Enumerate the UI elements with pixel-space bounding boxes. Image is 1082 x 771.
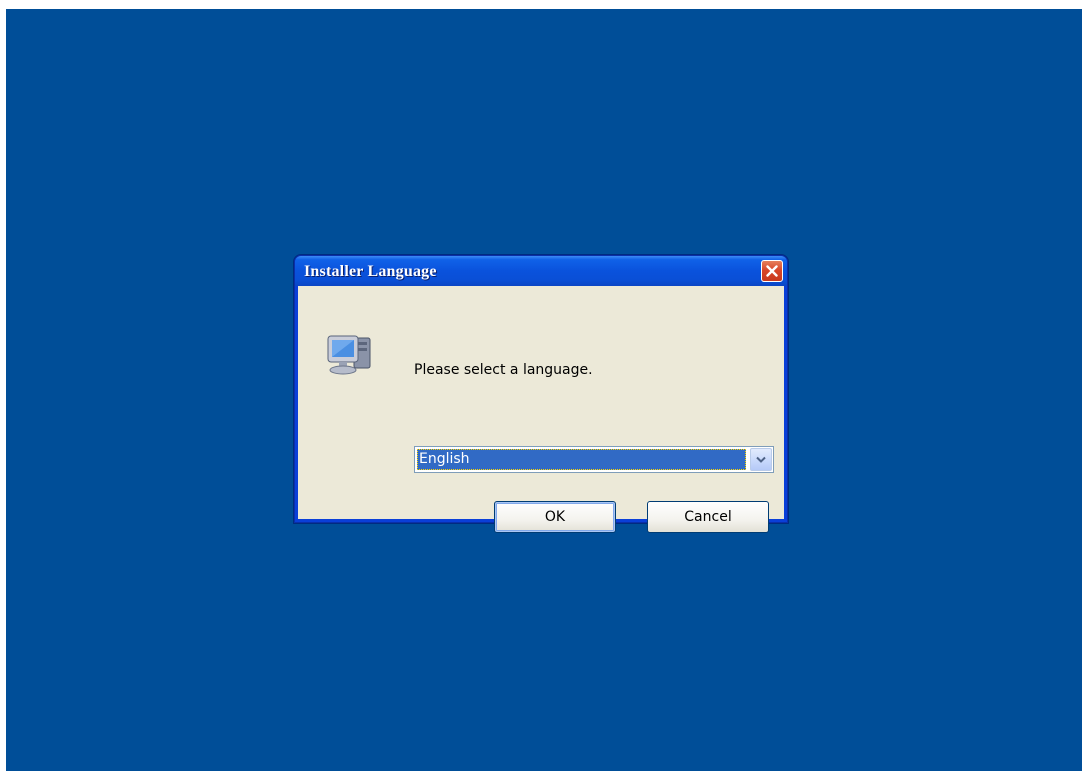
language-dropdown[interactable]: English <box>414 446 774 473</box>
dropdown-arrow-button[interactable] <box>750 448 772 471</box>
language-prompt: Please select a language. <box>414 362 593 378</box>
ok-button[interactable]: OK <box>494 501 616 533</box>
close-icon <box>766 265 778 277</box>
chevron-down-icon <box>756 456 766 463</box>
cancel-button[interactable]: Cancel <box>647 501 769 533</box>
computer-installer-icon <box>324 330 380 378</box>
language-selected-value: English <box>417 449 746 470</box>
dialog-title: Installer Language <box>304 263 437 280</box>
dialog-titlebar[interactable]: Installer Language <box>295 256 787 286</box>
dialog-body: Please select a language. English OK Can… <box>298 286 784 533</box>
close-button[interactable] <box>761 260 783 282</box>
installer-language-dialog: Installer Language Please select a langu… <box>294 255 788 533</box>
